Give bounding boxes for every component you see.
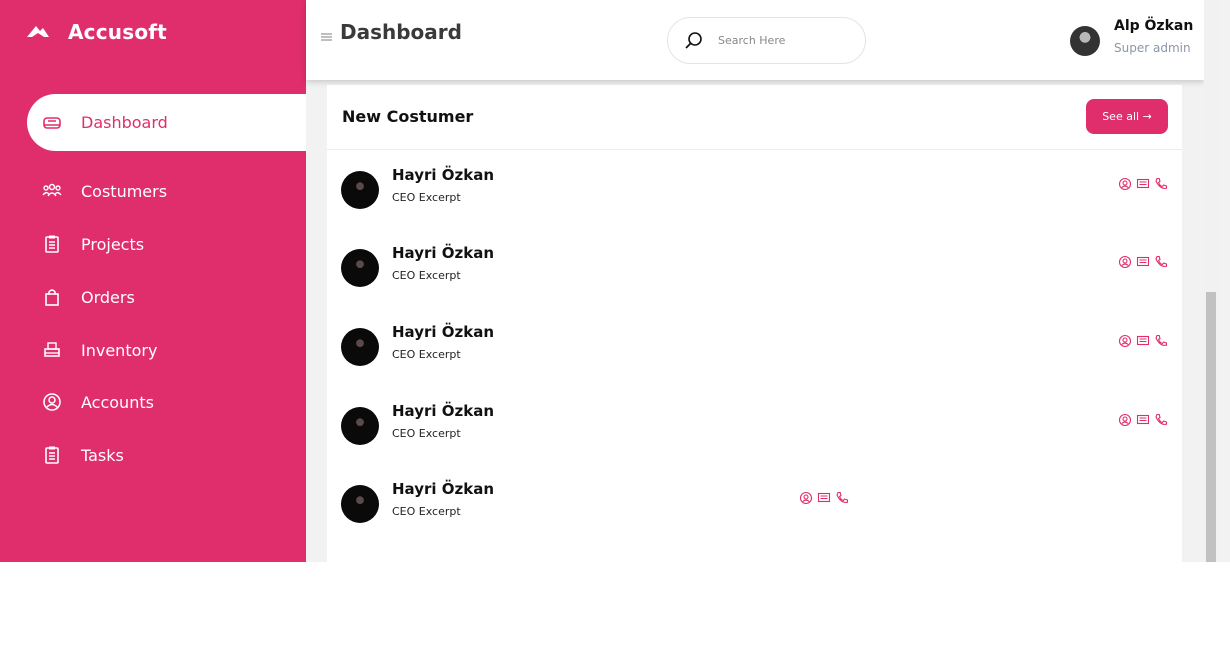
user-role: Super admin: [1114, 41, 1191, 55]
customer-title: CEO Excerpt: [392, 269, 461, 282]
customer-name: Hayri Özkan: [392, 402, 495, 420]
sidebar-item-orders[interactable]: Orders: [27, 275, 306, 319]
customer-title: CEO Excerpt: [392, 427, 461, 440]
user-profile[interactable]: Alp Özkan Super admin: [1070, 18, 1193, 56]
profile-icon[interactable]: [1118, 413, 1132, 427]
message-icon[interactable]: [1136, 177, 1150, 191]
sidebar-item-label: Orders: [81, 287, 135, 307]
sidebar-item-label: Dashboard: [81, 113, 168, 132]
sidebar-item-label: Projects: [81, 234, 145, 254]
account-icon: [41, 391, 63, 413]
see-all-button[interactable]: See all →: [1086, 99, 1168, 134]
sidebar-item-projects[interactable]: Projects: [27, 222, 306, 266]
row-actions: [1118, 255, 1168, 269]
sidebar-item-inventory[interactable]: Inventory: [27, 328, 306, 372]
new-customer-card: New Costumer See all → Hayri Özkan CEO E…: [327, 85, 1182, 562]
message-icon[interactable]: [1136, 334, 1150, 348]
app-viewport: Accusoft Dashboard Costumers Projects Or…: [0, 0, 1230, 562]
phone-icon[interactable]: [1154, 413, 1168, 427]
list-item: Hayri Özkan CEO Excerpt: [327, 244, 1182, 309]
inventory-icon: [41, 339, 63, 361]
avatar: [341, 407, 379, 445]
shopping-bag-icon: [41, 286, 63, 308]
clipboard-icon: [41, 233, 63, 255]
avatar[interactable]: [1070, 26, 1100, 56]
card-header: New Costumer See all →: [327, 85, 1182, 150]
search-input[interactable]: [718, 34, 838, 47]
sidebar: Accusoft Dashboard Costumers Projects Or…: [0, 0, 306, 562]
users-icon: [41, 180, 63, 202]
profile-icon[interactable]: [1118, 334, 1132, 348]
customer-title: CEO Excerpt: [392, 191, 461, 204]
customer-name: Hayri Özkan: [392, 323, 495, 341]
sidebar-item-label: Accounts: [81, 392, 154, 412]
sidebar-item-accounts[interactable]: Accounts: [27, 380, 306, 424]
message-icon[interactable]: [1136, 255, 1150, 269]
avatar: [341, 249, 379, 287]
sidebar-item-dashboard[interactable]: Dashboard: [27, 94, 306, 151]
row-actions: [1118, 177, 1168, 191]
customer-name: Hayri Özkan: [392, 166, 495, 184]
top-bar: Dashboard Alp Özkan Super admin: [306, 0, 1204, 80]
customer-name: Hayri Özkan: [392, 244, 495, 262]
list-item: Hayri Özkan CEO Excerpt: [327, 402, 1182, 467]
avatar: [341, 328, 379, 366]
customer-name: Hayri Özkan: [392, 480, 495, 498]
hamburger-menu-icon[interactable]: [321, 28, 333, 41]
profile-icon[interactable]: [1118, 255, 1132, 269]
avatar: [341, 485, 379, 523]
dashboard-icon: [41, 112, 63, 134]
vertical-scrollbar[interactable]: [1204, 0, 1218, 562]
row-actions: [1118, 334, 1168, 348]
sidebar-item-tasks[interactable]: Tasks: [27, 433, 306, 477]
profile-icon[interactable]: [799, 491, 813, 505]
search-box[interactable]: [667, 17, 866, 64]
customer-title: CEO Excerpt: [392, 348, 461, 361]
profile-icon[interactable]: [1118, 177, 1132, 191]
brand[interactable]: Accusoft: [26, 20, 167, 44]
user-info: Alp Özkan Super admin: [1114, 18, 1193, 55]
search-icon[interactable]: [684, 31, 704, 51]
sidebar-item-label: Tasks: [81, 445, 124, 465]
tasks-icon: [41, 444, 63, 466]
phone-icon[interactable]: [1154, 177, 1168, 191]
brand-name: Accusoft: [68, 20, 167, 44]
sidebar-item-label: Inventory: [81, 340, 158, 360]
user-name: Alp Özkan: [1114, 18, 1194, 34]
brand-logo-icon: [26, 20, 50, 44]
message-icon[interactable]: [1136, 413, 1150, 427]
sidebar-item-costumers[interactable]: Costumers: [27, 169, 306, 213]
page-title: Dashboard: [340, 20, 462, 44]
row-actions: [799, 491, 849, 505]
message-icon[interactable]: [817, 491, 831, 505]
phone-icon[interactable]: [835, 491, 849, 505]
phone-icon[interactable]: [1154, 255, 1168, 269]
list-item: Hayri Özkan CEO Excerpt: [327, 480, 1182, 545]
sidebar-item-label: Costumers: [81, 181, 168, 201]
customer-title: CEO Excerpt: [392, 505, 461, 518]
scrollbar-thumb[interactable]: [1206, 292, 1216, 562]
row-actions: [1118, 413, 1168, 427]
list-item: Hayri Özkan CEO Excerpt: [327, 166, 1182, 231]
phone-icon[interactable]: [1154, 334, 1168, 348]
list-item: Hayri Özkan CEO Excerpt: [327, 323, 1182, 388]
avatar: [341, 171, 379, 209]
card-title: New Costumer: [342, 107, 474, 126]
